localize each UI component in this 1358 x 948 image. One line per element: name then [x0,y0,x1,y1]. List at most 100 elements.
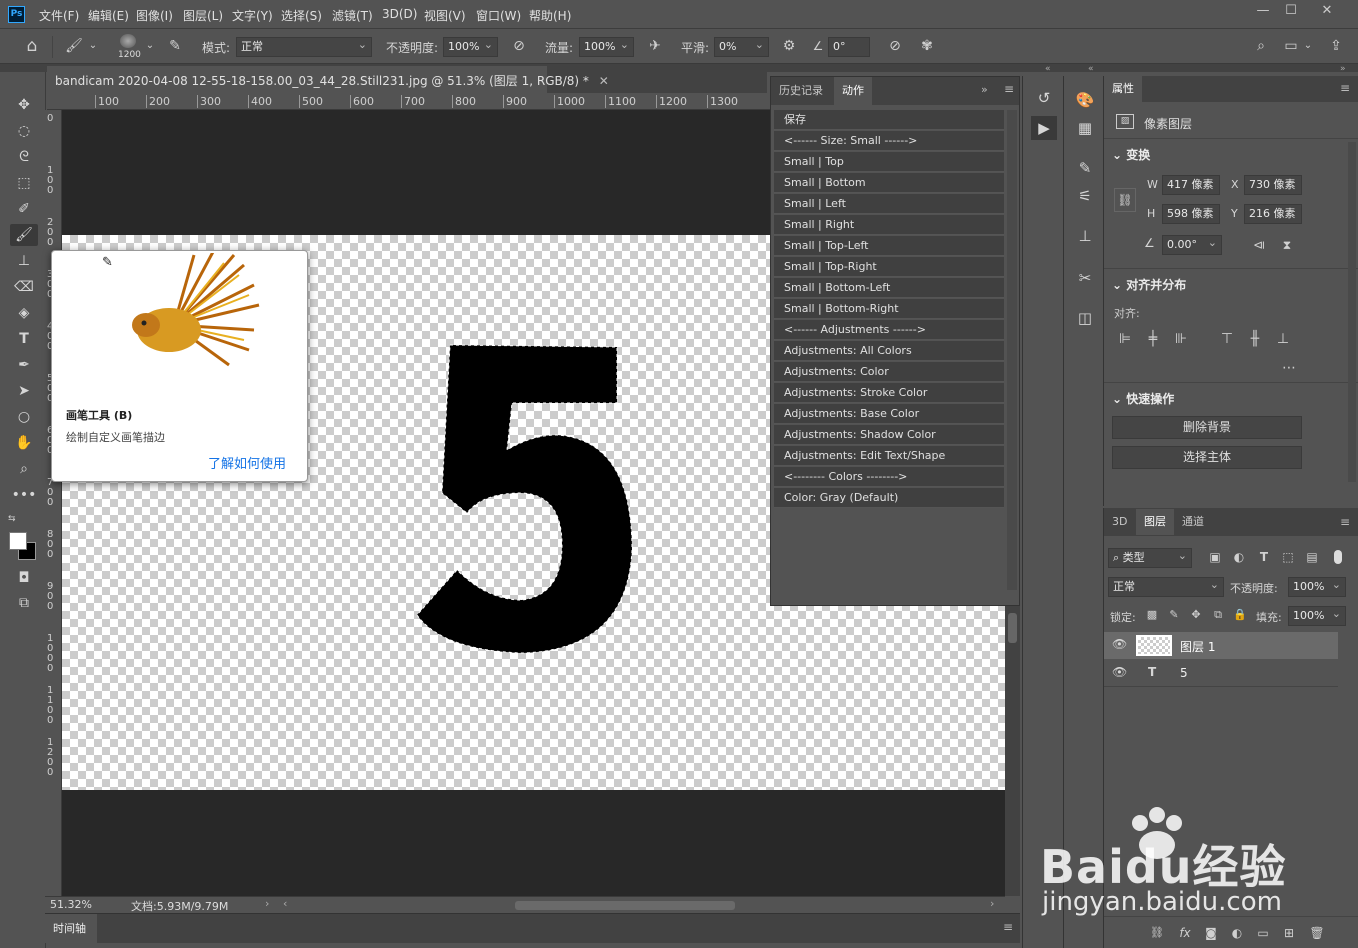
panel-menu-icon[interactable]: ≡ [1003,920,1013,934]
chevron-down-icon[interactable]: ⌄ [144,36,156,56]
close-tab-icon[interactable]: ✕ [599,74,609,88]
tab-properties[interactable]: 属性 [1104,76,1142,102]
libraries-icon[interactable]: ◫ [1072,306,1098,330]
layer-name[interactable]: 图层 1 [1180,638,1215,655]
flow-field[interactable]: 100% [579,36,634,57]
filter-type-icon[interactable]: T [1255,547,1273,567]
fx-icon[interactable]: fx [1176,923,1194,943]
quick-mask-icon[interactable]: ◘ [10,567,38,589]
action-item[interactable]: Color: Gray (Default) [774,488,1004,508]
transform-section[interactable]: ⌄ 变换 [1112,146,1150,163]
action-item[interactable]: Adjustments: Edit Text/Shape [774,446,1004,466]
layer-name[interactable]: 5 [1180,666,1188,680]
brush-tool-icon[interactable]: 🖌 [10,224,38,246]
action-item[interactable]: Adjustments: All Colors [774,341,1004,361]
visibility-eye-icon[interactable]: 👁 [1112,637,1127,651]
pressure-size-icon[interactable]: ⊘ [884,36,906,56]
learn-how-link[interactable]: 了解如何使用 [208,453,286,472]
add-mask-icon[interactable]: ◙ [1202,923,1220,943]
pressure-opacity-icon[interactable]: ⊘ [508,36,530,56]
collapse-icon[interactable]: » [1340,64,1346,74]
menu-type[interactable]: 文字(Y) [232,7,273,24]
width-field[interactable]: 417 像素 [1162,175,1220,195]
fill-field[interactable]: 100% [1288,605,1346,626]
link-icon[interactable]: ⛓ [1114,188,1136,212]
lock-position-icon[interactable]: ✥ [1188,605,1204,625]
tools-icon[interactable]: ✂ [1072,266,1098,290]
align-bottom-icon[interactable]: ⊥ [1274,329,1292,349]
ellipse-tool-icon[interactable]: ○ [10,406,38,428]
angle-field[interactable]: 0° [828,37,870,57]
scroll-thumb[interactable] [1008,613,1017,643]
filter-shape-icon[interactable]: ⬚ [1279,547,1297,567]
clone-source-icon[interactable]: ⊥ [1072,224,1098,248]
scroll-left-icon[interactable]: ‹ [283,897,287,910]
action-item[interactable]: Small | Bottom [774,173,1004,193]
horizontal-scroll-thumb[interactable] [515,901,735,910]
delete-layer-icon[interactable]: 🗑 [1308,923,1326,943]
action-item[interactable]: Small | Right [774,215,1004,235]
zoom-level[interactable]: 51.32% [50,898,92,911]
document-tab[interactable]: bandicam 2020-04-08 12-55-18-158.00_03_4… [47,66,609,93]
foreground-color-swatch[interactable] [9,532,27,550]
collapse-icon[interactable]: » [981,83,988,96]
stamp-tool-icon[interactable]: ⊥ [10,250,38,272]
filter-smart-object-icon[interactable]: ▤ [1303,547,1321,567]
search-icon[interactable]: ⌕ [1250,36,1272,56]
align-hcenter-icon[interactable]: ╪ [1144,329,1162,349]
menu-help[interactable]: 帮助(H) [529,7,571,24]
mode-select[interactable]: 正常 [236,36,372,57]
visibility-eye-icon[interactable]: 👁 [1112,665,1127,679]
swap-colors-icon[interactable]: ⇆ [8,514,16,524]
maximize-button[interactable]: ☐ [1276,0,1306,22]
action-item[interactable]: Adjustments: Stroke Color [774,383,1004,403]
marquee-tool-icon[interactable]: ◌ [10,120,38,142]
panel-menu-icon[interactable]: ≡ [1340,515,1350,529]
filter-pixel-icon[interactable]: ▣ [1206,547,1224,567]
eyedropper-tool-icon[interactable]: ✐ [10,198,38,220]
lock-transparent-icon[interactable]: ▩ [1144,605,1160,625]
tab-history[interactable]: 历史记录 [771,77,831,105]
more-tools-icon[interactable]: ••• [10,484,38,506]
symmetry-icon[interactable]: ✾ [916,36,938,56]
adjustments-icon[interactable]: ⚟ [1072,184,1098,208]
history-icon[interactable]: ↺ [1031,86,1057,110]
flip-horizontal-icon[interactable]: ⧏ [1250,235,1268,255]
action-item[interactable]: 保存 [774,110,1004,130]
menu-layer[interactable]: 图层(L) [183,7,223,24]
action-item[interactable]: Small | Top [774,152,1004,172]
chevron-down-icon[interactable]: ⌄ [1302,36,1314,56]
scroll-right-icon[interactable]: › [990,897,994,910]
adjustment-layer-icon[interactable]: ◐ [1228,923,1246,943]
lock-all-icon[interactable]: 🔒 [1232,605,1248,625]
collapse-icon[interactable]: « [1045,64,1051,74]
share-icon[interactable]: ⇪ [1325,36,1347,56]
layer-filter-select[interactable]: ⌕ 类型 [1108,547,1192,568]
menu-view[interactable]: 视图(V) [424,7,466,24]
layer-row[interactable]: 👁 T 5 [1104,660,1338,687]
path-select-tool-icon[interactable]: ➤ [10,380,38,402]
tab-channels[interactable]: 通道 [1174,509,1212,535]
x-field[interactable]: 730 像素 [1244,175,1302,195]
tab-layers[interactable]: 图层 [1136,509,1174,535]
actions-play-icon[interactable]: ▶ [1031,116,1057,140]
color-icon[interactable]: 🎨 [1072,88,1098,112]
action-item[interactable]: <-------- Colors --------> [774,467,1004,487]
filter-adjustment-icon[interactable]: ◐ [1230,547,1248,567]
minimize-button[interactable]: — [1248,0,1278,22]
properties-scrollbar[interactable] [1348,142,1356,482]
gradient-tool-icon[interactable]: ◈ [10,302,38,324]
filter-toggle[interactable] [1334,550,1342,564]
more-options-icon[interactable]: ⋯ [1280,358,1298,378]
screen-mode-icon[interactable]: ⧉ [10,592,38,614]
lasso-tool-icon[interactable]: ᘓ [10,146,38,168]
height-field[interactable]: 598 像素 [1162,204,1220,224]
panel-menu-icon[interactable]: ≡ [1004,82,1014,96]
hand-tool-icon[interactable]: ✋ [10,432,38,454]
menu-3d[interactable]: 3D(D) [382,7,417,21]
action-item[interactable]: Adjustments: Shadow Color [774,425,1004,445]
align-vcenter-icon[interactable]: ╫ [1246,329,1264,349]
collapse-icon[interactable]: « [1088,64,1094,74]
chevron-down-icon[interactable]: ⌄ [86,36,100,56]
move-tool-icon[interactable]: ✥ [10,94,38,116]
